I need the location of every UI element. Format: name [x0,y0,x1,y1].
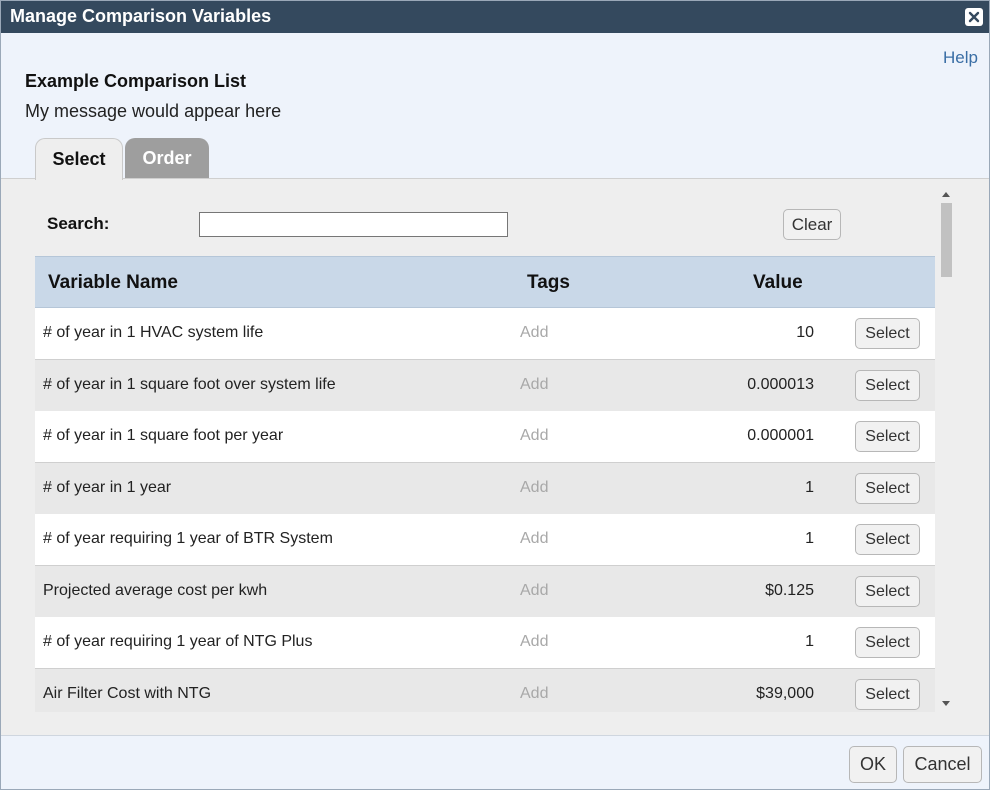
arrow-down-icon[interactable] [942,701,950,706]
variable-name: # of year requiring 1 year of NTG Plus [43,633,313,650]
add-tag-link[interactable]: Add [520,479,548,497]
variable-value: 1 [805,633,814,650]
select-button[interactable]: Select [855,679,920,710]
variable-name: # of year in 1 square foot over system l… [43,376,336,393]
select-button[interactable]: Select [855,524,920,555]
add-tag-link[interactable]: Add [520,685,548,703]
search-label: Search: [47,214,110,233]
select-button[interactable]: Select [855,473,920,504]
select-button[interactable]: Select [855,576,920,607]
variable-name: # of year in 1 HVAC system life [43,324,264,341]
variable-name: Air Filter Cost with NTG [43,685,212,702]
add-tag-link[interactable]: Add [520,324,548,342]
variable-value: 10 [796,324,814,341]
ok-button[interactable]: OK [849,746,897,783]
scrollbar-thumb[interactable] [941,203,952,277]
table-row: Air Filter Cost with NTG Add $39,000 Sel… [35,669,935,712]
arrow-up-icon[interactable] [942,192,950,197]
variable-value: $39,000 [756,685,814,702]
variable-value: 1 [805,479,814,496]
table-row: # of year in 1 square foot per year Add … [35,411,935,463]
variable-name: # of year requiring 1 year of BTR System [43,530,333,547]
vertical-scrollbar[interactable] [938,189,955,713]
table-row: # of year requiring 1 year of NTG Plus A… [35,617,935,669]
title-bar: Manage Comparison Variables [1,1,989,33]
column-header-value: Value [753,272,803,293]
tab-select[interactable]: Select [35,138,123,180]
message-text: My message would appear here [25,101,282,121]
variable-value: 0.000013 [747,376,814,393]
select-button[interactable]: Select [855,370,920,401]
dialog: Manage Comparison Variables Help Example… [0,0,990,790]
tab-order[interactable]: Order [125,138,209,179]
window-title: Manage Comparison Variables [10,6,272,26]
variable-name: # of year in 1 year [43,479,172,496]
add-tag-link[interactable]: Add [520,376,548,394]
add-tag-link[interactable]: Add [520,530,548,548]
help-link[interactable]: Help [943,48,978,68]
variable-value: 1 [805,530,814,547]
select-button[interactable]: Select [855,627,920,658]
table-row: # of year in 1 year Add 1 Select [35,463,935,515]
variable-value: $0.125 [765,582,814,599]
search-input[interactable] [199,212,508,237]
table-row: Projected average cost per kwh Add $0.12… [35,566,935,618]
table-header: Variable Name Tags Value [35,256,935,308]
add-tag-link[interactable]: Add [520,427,548,445]
column-header-variable-name: Variable Name [48,272,178,293]
table-row: # of year requiring 1 year of BTR System… [35,514,935,566]
variable-value: 0.000001 [747,427,814,444]
cancel-button[interactable]: Cancel [903,746,982,783]
select-button[interactable]: Select [855,318,920,349]
variables-table: Variable Name Tags Value # of year in 1 … [35,256,935,712]
list-title: Example Comparison List [25,71,247,91]
column-header-tags: Tags [527,272,570,293]
clear-button[interactable]: Clear [783,209,841,240]
close-icon [966,9,982,25]
table-row: # of year in 1 HVAC system life Add 10 S… [35,308,935,360]
add-tag-link[interactable]: Add [520,582,548,600]
variable-name: Projected average cost per kwh [43,582,268,599]
close-button[interactable] [965,8,983,26]
table-row: # of year in 1 square foot over system l… [35,360,935,412]
select-button[interactable]: Select [855,421,920,452]
variable-name: # of year in 1 square foot per year [43,427,284,444]
add-tag-link[interactable]: Add [520,633,548,651]
